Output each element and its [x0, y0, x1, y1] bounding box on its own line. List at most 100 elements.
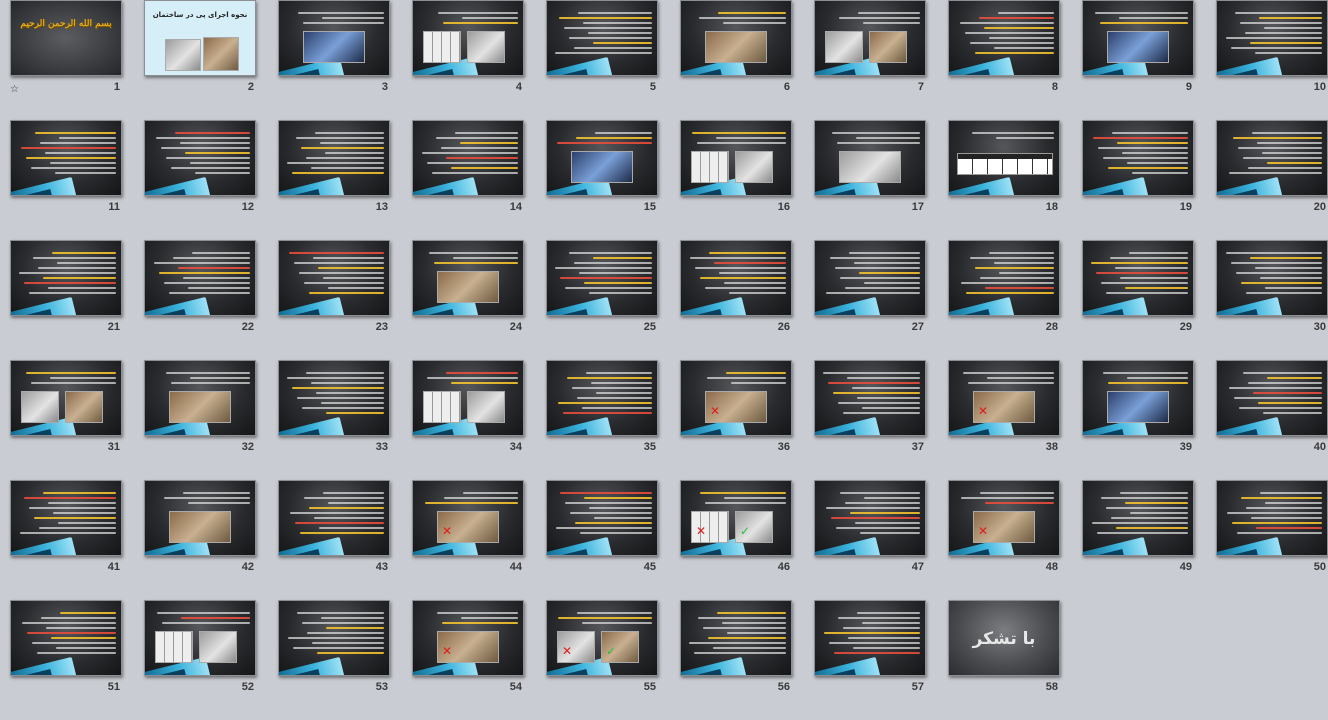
slide-thumbnail[interactable]	[278, 120, 390, 196]
slide-thumbnail[interactable]	[412, 0, 524, 76]
slide-cell[interactable]: ✕ 54	[404, 600, 538, 720]
slide-cell[interactable]: 42	[136, 480, 270, 600]
slide-cell[interactable]: 9	[1074, 0, 1208, 120]
slide-cell[interactable]: 52	[136, 600, 270, 720]
slide-thumbnail[interactable]	[1216, 120, 1328, 196]
slide-thumbnail[interactable]: نحوه اجرای پی در ساختمان	[144, 0, 256, 76]
slide-cell[interactable]: 14	[404, 120, 538, 240]
slide-cell[interactable]: 26	[672, 240, 806, 360]
slide-cell[interactable]: 37	[806, 360, 940, 480]
slide-cell[interactable]: ✕ ✓ 55	[538, 600, 672, 720]
slide-thumbnail[interactable]	[10, 480, 122, 556]
slide-thumbnail[interactable]	[814, 120, 926, 196]
slide-thumbnail[interactable]	[278, 600, 390, 676]
slide-cell[interactable]: نحوه اجرای پی در ساختمان 2	[136, 0, 270, 120]
slide-thumbnail[interactable]	[948, 240, 1060, 316]
slide-cell[interactable]: 5	[538, 0, 672, 120]
slide-cell[interactable]: 51	[2, 600, 136, 720]
slide-cell[interactable]: 12	[136, 120, 270, 240]
slide-thumbnail[interactable]	[144, 600, 256, 676]
slide-thumbnail[interactable]: با تشکر	[948, 600, 1060, 676]
slide-cell[interactable]: 43	[270, 480, 404, 600]
slide-cell[interactable]: 40	[1208, 360, 1328, 480]
slide-cell[interactable]: 33	[270, 360, 404, 480]
slide-cell[interactable]: 7	[806, 0, 940, 120]
slide-thumbnail[interactable]	[1082, 240, 1194, 316]
slide-cell[interactable]: 29	[1074, 240, 1208, 360]
slide-thumbnail[interactable]	[10, 240, 122, 316]
slide-thumbnail[interactable]: بسم الله الرحمن الرحیم	[10, 0, 122, 76]
slide-cell[interactable]: 39	[1074, 360, 1208, 480]
slide-cell[interactable]: ✕ 48	[940, 480, 1074, 600]
slide-thumbnail[interactable]	[948, 0, 1060, 76]
slide-thumbnail[interactable]: ✕	[412, 600, 524, 676]
slide-thumbnail[interactable]	[546, 0, 658, 76]
slide-cell[interactable]: 13	[270, 120, 404, 240]
slide-cell[interactable]: با تشکر 58	[940, 600, 1074, 720]
slide-cell[interactable]: 21	[2, 240, 136, 360]
slide-cell[interactable]: 30	[1208, 240, 1328, 360]
slide-cell[interactable]: 31	[2, 360, 136, 480]
slide-cell[interactable]: 27	[806, 240, 940, 360]
slide-cell[interactable]: 56	[672, 600, 806, 720]
slide-thumbnail[interactable]	[1082, 480, 1194, 556]
slide-cell[interactable]: 41	[2, 480, 136, 600]
slide-thumbnail[interactable]	[814, 0, 926, 76]
slide-thumbnail[interactable]: ✕ ✓	[680, 480, 792, 556]
slide-thumbnail[interactable]	[412, 360, 524, 436]
slide-thumbnail[interactable]	[680, 120, 792, 196]
slide-cell[interactable]: ✕ 36	[672, 360, 806, 480]
slide-cell[interactable]: 6	[672, 0, 806, 120]
slide-cell[interactable]: 25	[538, 240, 672, 360]
slide-thumbnail[interactable]	[546, 360, 658, 436]
slide-cell[interactable]: 8	[940, 0, 1074, 120]
slide-cell[interactable]: 34	[404, 360, 538, 480]
slide-cell[interactable]: 45	[538, 480, 672, 600]
slide-cell[interactable]: 53	[270, 600, 404, 720]
slide-cell[interactable]: 11	[2, 120, 136, 240]
slide-thumbnail[interactable]: ✕ ✓	[546, 600, 658, 676]
slide-thumbnail[interactable]	[1216, 0, 1328, 76]
slide-cell[interactable]: 3	[270, 0, 404, 120]
slide-cell[interactable]: 4	[404, 0, 538, 120]
slide-cell[interactable]: 35	[538, 360, 672, 480]
slide-thumbnail[interactable]	[10, 600, 122, 676]
slide-thumbnail[interactable]	[1216, 480, 1328, 556]
slide-thumbnail[interactable]	[1082, 120, 1194, 196]
slide-thumbnail[interactable]	[680, 0, 792, 76]
slide-thumbnail[interactable]	[546, 240, 658, 316]
slide-thumbnail[interactable]	[814, 480, 926, 556]
slide-thumbnail[interactable]	[144, 480, 256, 556]
slide-cell[interactable]: 16	[672, 120, 806, 240]
slide-thumbnail[interactable]	[1216, 360, 1328, 436]
slide-thumbnail[interactable]	[680, 240, 792, 316]
slide-thumbnail[interactable]	[10, 360, 122, 436]
slide-cell[interactable]: 50	[1208, 480, 1328, 600]
slide-cell[interactable]: 10	[1208, 0, 1328, 120]
slide-thumbnail[interactable]	[412, 240, 524, 316]
slide-cell[interactable]: ✕ 38	[940, 360, 1074, 480]
slide-cell[interactable]: ✕ 44	[404, 480, 538, 600]
slide-thumbnail[interactable]: ✕	[948, 480, 1060, 556]
slide-thumbnail[interactable]	[278, 240, 390, 316]
slide-thumbnail[interactable]: ✕	[680, 360, 792, 436]
slide-cell[interactable]: 19	[1074, 120, 1208, 240]
slide-thumbnail[interactable]	[144, 120, 256, 196]
slide-thumbnail[interactable]	[1082, 0, 1194, 76]
slide-thumbnail[interactable]	[278, 0, 390, 76]
slide-thumbnail[interactable]	[144, 240, 256, 316]
slide-cell[interactable]: 57	[806, 600, 940, 720]
slide-thumbnail[interactable]	[814, 600, 926, 676]
slide-thumbnail[interactable]	[814, 360, 926, 436]
slide-thumbnail[interactable]	[546, 480, 658, 556]
slide-thumbnail[interactable]	[10, 120, 122, 196]
slide-thumbnail[interactable]	[948, 120, 1060, 196]
slide-cell[interactable]: 24	[404, 240, 538, 360]
slide-thumbnail[interactable]	[1082, 360, 1194, 436]
slide-cell[interactable]: 47	[806, 480, 940, 600]
slide-thumbnail[interactable]: ✕	[412, 480, 524, 556]
slide-cell[interactable]: 20	[1208, 120, 1328, 240]
slide-cell[interactable]: 32	[136, 360, 270, 480]
slide-cell[interactable]: 17	[806, 120, 940, 240]
slide-cell[interactable]: 28	[940, 240, 1074, 360]
